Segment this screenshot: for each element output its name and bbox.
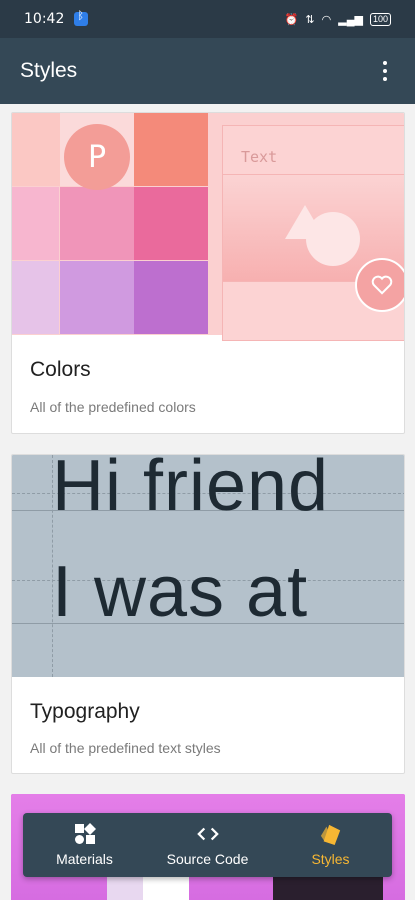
typography-illustration: Hi friend I was at — [12, 455, 404, 677]
heart-icon — [371, 275, 393, 295]
color-swatch — [12, 261, 59, 334]
nav-item-source-code[interactable]: Source Code — [146, 813, 269, 877]
status-bar: 10:42 ⏰ ⇅ ◠ ▂▄▆ 100 — [0, 0, 415, 38]
typography-sample-line: Hi friend — [52, 455, 330, 526]
bluetooth-icon — [74, 10, 89, 26]
nav-label: Source Code — [166, 851, 249, 867]
styles-icon — [320, 823, 342, 845]
color-swatch — [60, 187, 134, 260]
nav-label: Materials — [56, 851, 113, 867]
card-subtitle: All of the predefined text styles — [30, 740, 221, 756]
color-swatch — [12, 187, 59, 260]
typography-card[interactable]: Hi friend I was at Typography All of the… — [11, 454, 405, 774]
page-title: Styles — [20, 59, 78, 82]
colors-illustration: P Text — [12, 113, 404, 341]
alarm-icon: ⏰ — [284, 13, 299, 26]
color-swatch — [134, 113, 208, 186]
wifi-icon: ◠ — [321, 13, 332, 26]
code-icon — [196, 823, 219, 845]
card-title: Colors — [30, 358, 91, 381]
nav-label: Styles — [311, 851, 350, 867]
materials-icon — [74, 823, 96, 845]
card-title: Typography — [30, 700, 140, 723]
avatar: P — [64, 124, 130, 190]
data-speed-icon: ⇅ — [305, 13, 315, 26]
signal-icon: ▂▄▆ — [338, 13, 363, 26]
app-bar: Styles — [0, 38, 415, 104]
nav-item-styles[interactable]: Styles — [269, 813, 392, 877]
status-icons: ⏰ ⇅ ◠ ▂▄▆ 100 — [284, 12, 391, 26]
favorite-button[interactable] — [355, 258, 404, 312]
status-time: 10:42 — [24, 11, 65, 27]
card-subtitle: All of the predefined colors — [30, 399, 196, 415]
color-swatch — [134, 261, 208, 334]
preview-text: Text — [241, 148, 278, 166]
color-swatch — [60, 261, 134, 334]
colors-card[interactable]: P Text Colors All of the predefined colo… — [11, 112, 405, 434]
bottom-navigation: Materials Source Code Styles — [23, 813, 392, 877]
overflow-menu-icon[interactable] — [375, 56, 395, 86]
color-swatch — [134, 187, 208, 260]
battery-icon: 100 — [369, 12, 391, 26]
typography-sample-line: I was at — [52, 552, 309, 632]
nav-item-materials[interactable]: Materials — [23, 813, 146, 877]
